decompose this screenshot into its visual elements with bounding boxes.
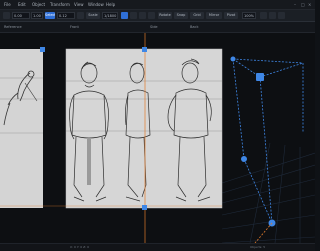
- cube-vertices[interactable]: [230, 56, 276, 227]
- tool-rotate-button[interactable]: Rotate: [158, 12, 172, 19]
- pivot-toggle-icon[interactable]: [148, 12, 155, 19]
- move-tool-icon[interactable]: [3, 12, 10, 19]
- close-icon[interactable]: ×: [308, 2, 313, 7]
- strip-label-front[interactable]: Front: [70, 25, 79, 29]
- status-coordinates: X: 0 Y: 0 Z: 0: [70, 245, 90, 249]
- menu-file[interactable]: File: [4, 2, 11, 7]
- status-object-count: Objects: 5: [250, 245, 266, 249]
- viewport[interactable]: [0, 33, 315, 243]
- menu-view[interactable]: View: [74, 2, 84, 7]
- strip-label-side[interactable]: Side: [150, 25, 158, 29]
- grid-toggle-icon[interactable]: [130, 12, 137, 19]
- strip-label-reference[interactable]: Reference: [4, 25, 22, 29]
- menu-transform[interactable]: Transform: [50, 2, 70, 7]
- maximize-icon[interactable]: □: [301, 2, 306, 7]
- handle-top[interactable]: [142, 47, 147, 52]
- tool-select-button[interactable]: Select: [45, 12, 55, 19]
- wireframe-cube[interactable]: [232, 58, 304, 224]
- tool-mirror-button[interactable]: Mirror: [206, 12, 222, 19]
- camera-icon[interactable]: [260, 12, 267, 19]
- perspective-grid: [221, 142, 315, 243]
- handle-tl[interactable]: [40, 47, 45, 52]
- tool-pivot-button[interactable]: Pivot: [224, 12, 238, 19]
- tool-grid-button[interactable]: Grid: [190, 12, 204, 19]
- view-strip: Reference Front Side Back: [0, 22, 315, 33]
- menu-window[interactable]: Window: [88, 2, 104, 7]
- render-icon[interactable]: [269, 12, 276, 19]
- strip-label-back[interactable]: Back: [190, 25, 199, 29]
- menu-object[interactable]: Object: [32, 2, 45, 7]
- snap-toggle-icon[interactable]: [121, 12, 128, 19]
- zoom-field[interactable]: 100%: [242, 12, 256, 19]
- toolbar: 0.00 1.00 Select 0.12 Scale 1/1800 Rotat…: [0, 10, 315, 22]
- field-b[interactable]: 1.00: [31, 12, 43, 19]
- field-c[interactable]: 0.12: [57, 12, 75, 19]
- handle-bottom[interactable]: [142, 205, 147, 210]
- lock-icon[interactable]: [77, 12, 84, 19]
- tool-scale-button[interactable]: Scale: [86, 12, 100, 19]
- character-sheet[interactable]: [65, 48, 223, 209]
- axis-toggle-icon[interactable]: [139, 12, 146, 19]
- viewport-canvas[interactable]: [0, 33, 315, 243]
- minimize-icon[interactable]: –: [294, 2, 299, 7]
- frame-field[interactable]: 1/1800: [102, 12, 118, 19]
- menu-bar: File Edit Object Transform View Window H…: [0, 0, 315, 10]
- tool-snap-button[interactable]: Snap: [174, 12, 188, 19]
- reference-sheet-left[interactable]: [0, 49, 43, 208]
- field-a[interactable]: 0.00: [12, 12, 30, 19]
- settings-icon[interactable]: [278, 12, 285, 19]
- menu-help[interactable]: Help: [106, 2, 115, 7]
- menu-edit[interactable]: Edit: [18, 2, 26, 7]
